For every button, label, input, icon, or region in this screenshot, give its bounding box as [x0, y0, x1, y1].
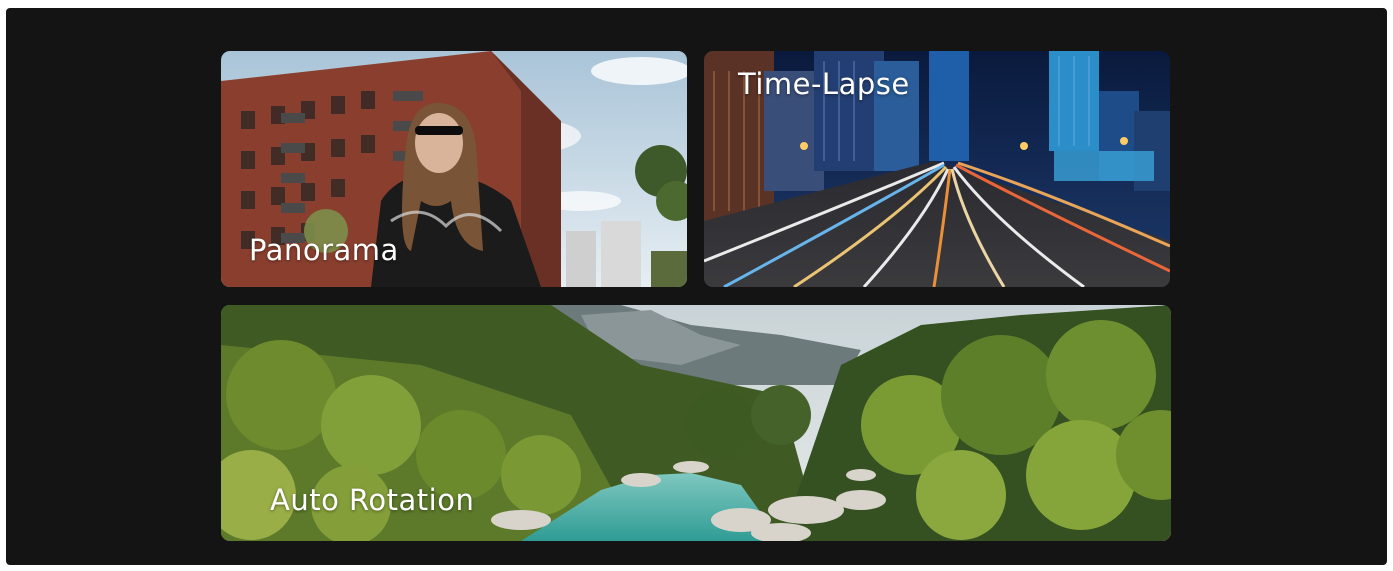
time-lapse-label: Time-Lapse	[738, 67, 910, 101]
feature-gallery: Panorama Time-Lapse Auto Rotation	[6, 8, 1387, 565]
auto-rotation-card[interactable]: Auto Rotation	[221, 305, 1171, 541]
time-lapse-card[interactable]: Time-Lapse	[704, 51, 1170, 287]
panorama-card[interactable]: Panorama	[221, 51, 687, 287]
auto-rotation-label: Auto Rotation	[270, 483, 475, 517]
panorama-label: Panorama	[249, 233, 399, 267]
